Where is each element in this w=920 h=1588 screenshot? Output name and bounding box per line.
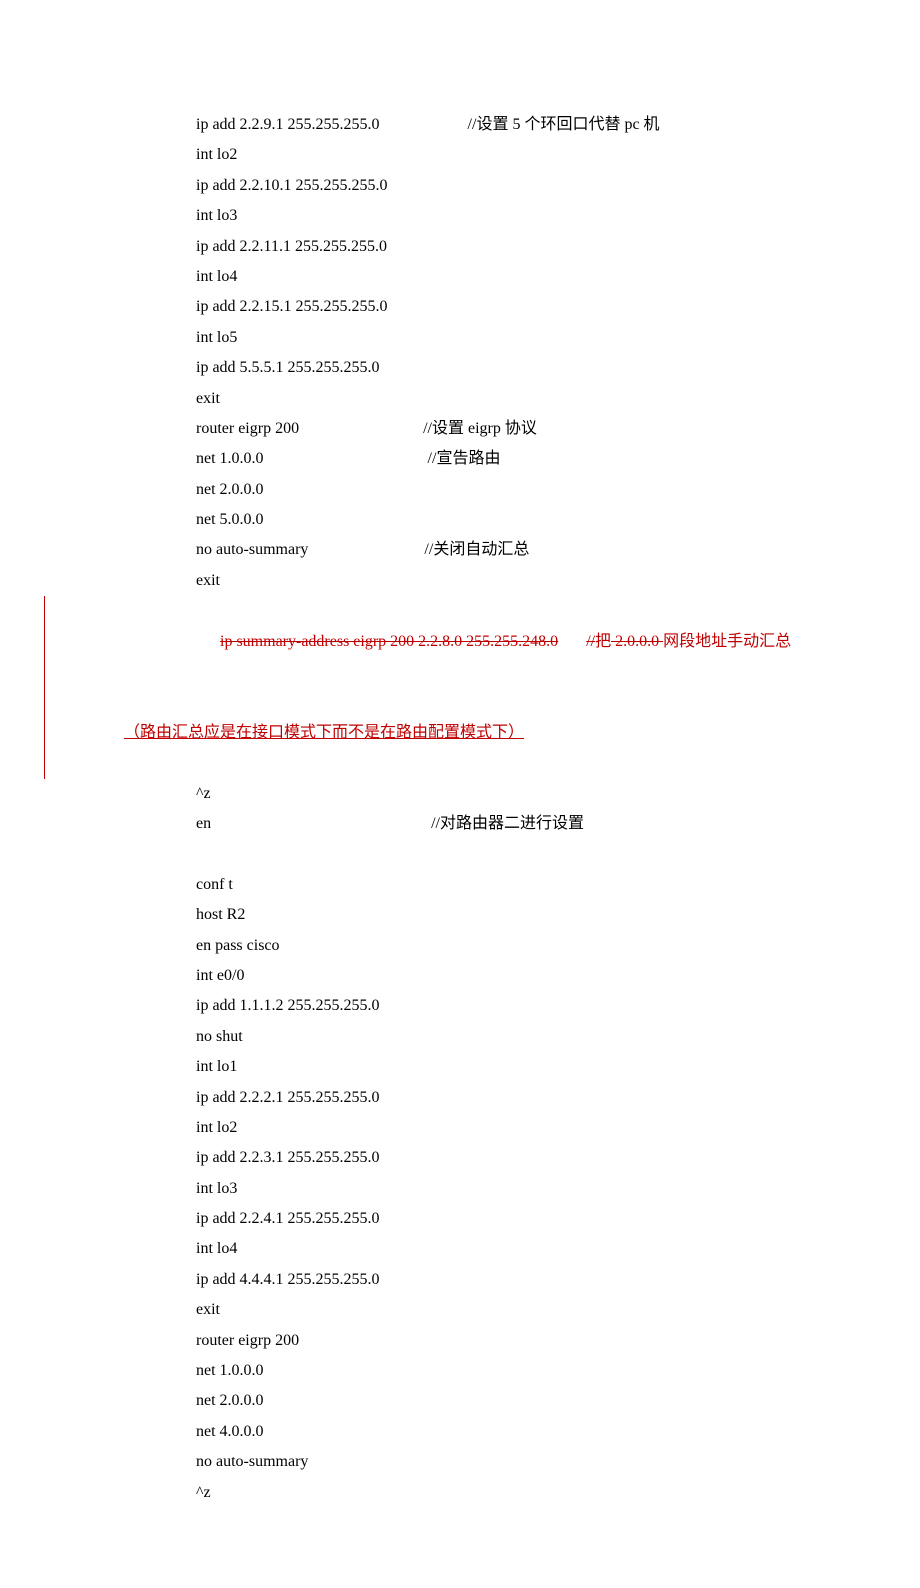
config-line: int lo2 xyxy=(100,1113,820,1143)
separator xyxy=(558,633,586,650)
config-line: router eigrp 200 //设置 eigrp 协议 xyxy=(100,414,820,444)
config-line: exit xyxy=(100,566,820,596)
config-line: ip add 2.2.4.1 255.255.255.0 xyxy=(100,1204,820,1234)
config-line: ip add 5.5.5.1 255.255.255.0 xyxy=(100,353,820,383)
config-line: int lo3 xyxy=(100,1174,820,1204)
kept-text-1: 把 xyxy=(595,633,611,650)
blank-line xyxy=(100,839,820,869)
deleted-comment-prefix: // xyxy=(586,633,595,650)
config-line: en pass cisco xyxy=(100,931,820,961)
config-line: router eigrp 200 xyxy=(100,1326,820,1356)
document-page: ip add 2.2.9.1 255.255.255.0 //设置 5 个环回口… xyxy=(0,0,920,1588)
config-line: net 4.0.0.0 xyxy=(100,1417,820,1447)
config-line: ip add 4.4.4.1 255.255.255.0 xyxy=(100,1265,820,1295)
config-line: int lo2 xyxy=(100,140,820,170)
config-line: int lo3 xyxy=(100,201,820,231)
config-line: exit xyxy=(100,1295,820,1325)
config-line: int lo5 xyxy=(100,323,820,353)
config-line: conf t xyxy=(100,870,820,900)
config-line: ip add 1.1.1.2 255.255.255.0 xyxy=(100,991,820,1021)
config-line: int e0/0 xyxy=(100,961,820,991)
config-line: ^z xyxy=(100,1478,820,1508)
kept-text-2: 网段地址手动汇总 xyxy=(663,633,791,650)
config-line: net 5.0.0.0 xyxy=(100,505,820,535)
config-line: ip add 2.2.11.1 255.255.255.0 xyxy=(100,232,820,262)
config-line: ip add 2.2.10.1 255.255.255.0 xyxy=(100,171,820,201)
config-block-1: ip add 2.2.9.1 255.255.255.0 //设置 5 个环回口… xyxy=(100,110,820,596)
config-line: exit xyxy=(100,384,820,414)
config-line: host R2 xyxy=(100,900,820,930)
config-line: ^z xyxy=(100,779,820,809)
config-line: net 2.0.0.0 xyxy=(100,475,820,505)
config-line: int lo1 xyxy=(100,1052,820,1082)
revision-line-1: ip summary-address eigrp 200 2.2.8.0 255… xyxy=(100,596,820,687)
config-line: int lo4 xyxy=(100,1234,820,1264)
deleted-command: ip summary-address eigrp 200 2.2.8.0 255… xyxy=(220,633,558,650)
config-block-2: ^zen //对路由器二进行设置conf thost R2en pass cis… xyxy=(100,779,820,1508)
deleted-network: 2.0.0.0 xyxy=(611,633,663,650)
revision-note: （路由汇总应是在接口模式下而不是在路由配置模式下） xyxy=(124,724,524,741)
config-line: ip add 2.2.15.1 255.255.255.0 xyxy=(100,292,820,322)
config-line: no auto-summary //关闭自动汇总 xyxy=(100,535,820,565)
revision-line-2: （路由汇总应是在接口模式下而不是在路由配置模式下） xyxy=(100,687,820,778)
config-line: net 1.0.0.0 //宣告路由 xyxy=(100,444,820,474)
config-line: ip add 2.2.9.1 255.255.255.0 //设置 5 个环回口… xyxy=(100,110,820,140)
config-line: int lo4 xyxy=(100,262,820,292)
config-line: net 2.0.0.0 xyxy=(100,1386,820,1416)
config-line: no auto-summary xyxy=(100,1447,820,1477)
config-line: net 1.0.0.0 xyxy=(100,1356,820,1386)
config-line: en //对路由器二进行设置 xyxy=(100,809,820,839)
config-line: ip add 2.2.2.1 255.255.255.0 xyxy=(100,1083,820,1113)
config-line: no shut xyxy=(100,1022,820,1052)
config-line: ip add 2.2.3.1 255.255.255.0 xyxy=(100,1143,820,1173)
revision-block: ip summary-address eigrp 200 2.2.8.0 255… xyxy=(100,596,820,778)
